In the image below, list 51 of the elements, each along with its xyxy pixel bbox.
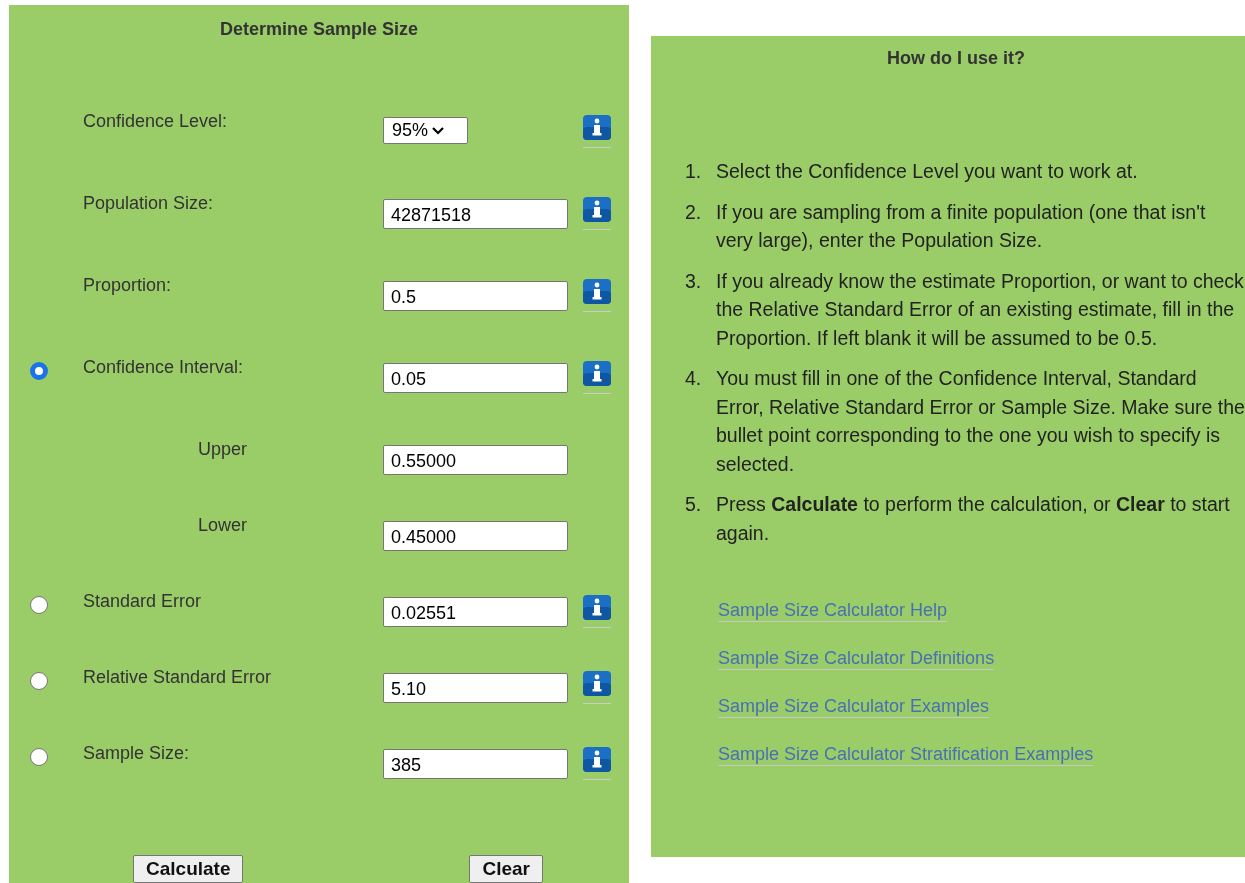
step-number: 3. (685, 268, 703, 294)
step-text: If you are sampling from a finite population (one that isn't very large), enter the Population Size. (716, 199, 1207, 253)
input-field[interactable]: 5.10 (383, 673, 568, 703)
step-text: Press Calculate to perform the calculation, or Clear to start again. (716, 492, 1231, 546)
step-text: If you already know the estimate Proportion, or want to check the Relative Standard Error of an existing estimate, fill in the Proportion. If left blank it will be assumed to be 0.5. (716, 268, 1245, 351)
step-number: 1. (685, 159, 703, 184)
info-link[interactable] (583, 115, 611, 148)
form-button[interactable]: Calculate (133, 855, 244, 883)
field-label: Upper (198, 439, 248, 459)
form-button[interactable]: Clear (469, 855, 543, 883)
input-field[interactable]: 0.55000 (383, 445, 568, 475)
info-icon (583, 361, 611, 386)
radio-button[interactable] (30, 672, 48, 690)
step-number: 4. (685, 366, 703, 391)
panel-title: Determine Sample Size (218, 18, 420, 41)
field-label: Standard Error (83, 591, 202, 611)
step-number: 2. (685, 199, 703, 225)
field-label: Relative Standard Error (83, 667, 272, 687)
info-icon (583, 595, 611, 620)
info-link[interactable] (583, 595, 611, 628)
radio-button[interactable] (30, 596, 48, 614)
info-icon (583, 115, 611, 140)
input-field[interactable]: 0.45000 (383, 521, 568, 551)
confidence-select[interactable]: 95% (383, 117, 468, 144)
input-field[interactable]: 0.5 (383, 281, 568, 311)
step-number: 5. (685, 492, 703, 517)
radio-button[interactable] (30, 362, 48, 380)
info-icon (583, 279, 611, 304)
step-text: You must fill in one of the Confidence Interval, Standard Error, Relative Standard Error or Sample Size. Make sure the bullet point corresponding to the one you wish to specify is selected. (716, 366, 1245, 477)
step-text: Select the Confidence Level you want to work at. (716, 159, 1139, 184)
help-title: How do I use it? (886, 48, 1026, 69)
radio-button[interactable] (30, 748, 48, 766)
field-label: Population Size: (83, 193, 214, 213)
info-icon (583, 747, 611, 772)
field-label: Proportion: (83, 275, 172, 295)
chevron-icon (432, 126, 445, 135)
info-link[interactable] (583, 197, 611, 230)
field-label: Confidence Level: (83, 111, 228, 131)
field-label: Confidence Interval: (83, 357, 244, 377)
info-link[interactable] (583, 671, 611, 704)
input-field[interactable]: 42871518 (383, 199, 568, 229)
info-icon (583, 197, 611, 222)
info-link[interactable] (583, 747, 611, 780)
input-field[interactable]: 0.05 (383, 363, 568, 393)
field-label: Sample Size: (83, 743, 190, 763)
input-field[interactable]: 0.02551 (383, 597, 568, 627)
input-field[interactable]: 385 (383, 749, 568, 779)
info-link[interactable] (583, 279, 611, 312)
info-icon (583, 671, 611, 696)
field-label: Lower (198, 515, 248, 535)
info-link[interactable] (583, 361, 611, 394)
